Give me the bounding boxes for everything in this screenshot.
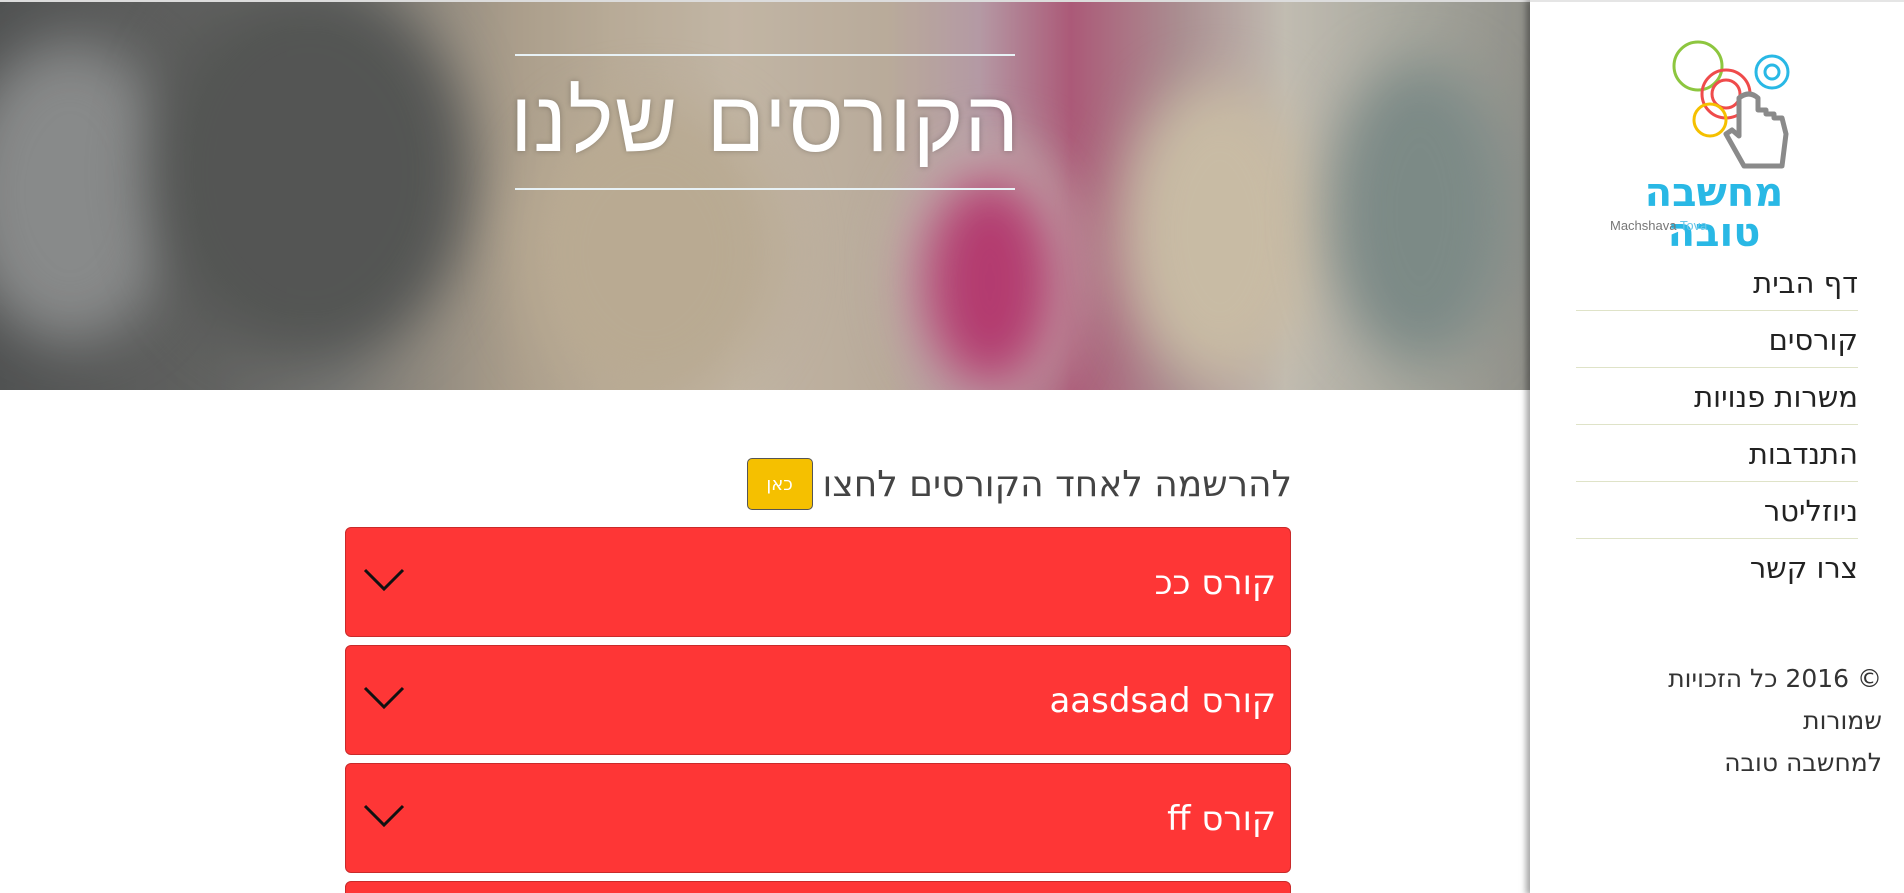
logo-english-main: Machshava bbox=[1610, 218, 1677, 233]
copyright: © 2016 כל הזכויות שמורות למחשבה טובה bbox=[1582, 658, 1882, 784]
course-label: קורס aasdsad bbox=[1049, 681, 1276, 721]
copyright-line-2: למחשבה טובה bbox=[1724, 748, 1882, 777]
nav-item-volunteering[interactable]: התנדבות bbox=[1576, 425, 1858, 482]
nav-item-contact[interactable]: צרו קשר bbox=[1576, 539, 1858, 595]
nav-item-newsletter[interactable]: ניוזליטר bbox=[1576, 482, 1858, 539]
course-label: קורס ff bbox=[1167, 799, 1276, 839]
chevron-down-icon bbox=[363, 686, 405, 710]
course-label: קורס ככ bbox=[1154, 563, 1276, 603]
sidebar: מחשבה טובה Machshava Tova דף הבית קורסים… bbox=[1530, 0, 1904, 893]
nav-item-jobs[interactable]: משרות פנויות bbox=[1576, 368, 1858, 425]
chevron-down-icon bbox=[363, 804, 405, 828]
course-item[interactable]: קורס ff bbox=[345, 763, 1291, 873]
hero-title: הקורסים שלנו bbox=[510, 72, 1020, 172]
nav-item-home[interactable]: דף הבית bbox=[1576, 254, 1858, 311]
logo-hebrew-text: מחשבה טובה bbox=[1644, 170, 1784, 256]
hero-banner: הקורסים שלנו bbox=[0, 0, 1530, 390]
course-item[interactable]: קורס aasdsad bbox=[345, 645, 1291, 755]
nav-item-courses[interactable]: קורסים bbox=[1576, 311, 1858, 368]
page: הקורסים שלנו להרשמה לאחד הקורסים לחצו כא… bbox=[0, 0, 1904, 893]
main-nav: דף הבית קורסים משרות פנויות התנדבות ניוז… bbox=[1576, 254, 1858, 595]
logo[interactable]: מחשבה טובה Machshava Tova bbox=[1604, 38, 1824, 253]
course-item[interactable] bbox=[345, 881, 1291, 893]
course-item[interactable]: קורס ככ bbox=[345, 527, 1291, 637]
register-here-button[interactable]: כאן bbox=[746, 458, 813, 510]
copyright-line-1: © 2016 כל הזכויות שמורות bbox=[1668, 664, 1882, 735]
register-text: להרשמה לאחד הקורסים לחצו bbox=[822, 463, 1292, 505]
logo-english-text: Machshava Tova bbox=[1610, 218, 1707, 233]
chevron-down-icon bbox=[363, 568, 405, 592]
hero-title-frame: הקורסים שלנו bbox=[510, 54, 1019, 190]
register-prompt: להרשמה לאחד הקורסים לחצו כאן bbox=[746, 458, 1292, 510]
courses-accordion: קורס ככ קורס aasdsad קורס ff bbox=[345, 527, 1291, 893]
logo-mark-icon bbox=[1672, 40, 1790, 169]
logo-english-accent: Tova bbox=[1679, 218, 1708, 233]
